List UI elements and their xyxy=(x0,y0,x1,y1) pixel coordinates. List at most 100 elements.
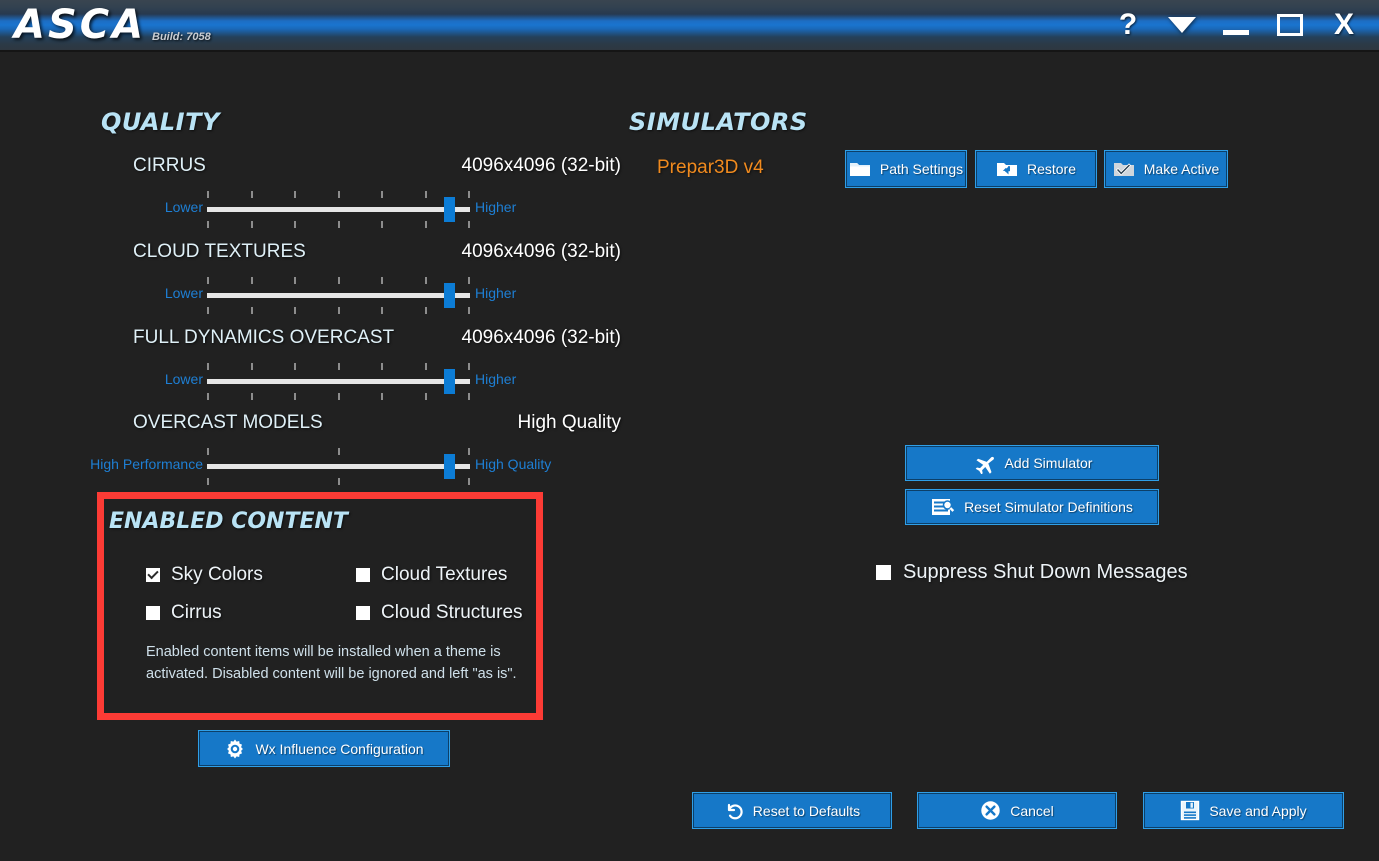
slider-max-label-full-dynamics-overcast: Higher xyxy=(475,371,517,387)
button-label: Make Active xyxy=(1143,161,1220,177)
slider-ticks-top xyxy=(207,191,470,198)
slider-ticks-top xyxy=(207,363,470,370)
button-label: Reset to Defaults xyxy=(752,802,861,819)
checkbox-label: Cloud Structures xyxy=(381,602,523,623)
folder-restore-icon xyxy=(996,163,1017,176)
app-logo: ASCA xyxy=(14,2,147,48)
title-bar: ASCA Build: 7058 ? X xyxy=(0,0,1379,50)
slider-thumb-full-dynamics-overcast[interactable] xyxy=(443,369,455,394)
slider-label-cloud-textures: CLOUD TEXTURES xyxy=(133,241,306,262)
help-icon[interactable]: ? xyxy=(1101,0,1155,50)
slider-thumb-cirrus[interactable] xyxy=(443,197,455,222)
maximize-icon[interactable] xyxy=(1263,0,1317,50)
button-label: Cancel xyxy=(1010,802,1054,819)
checkbox-label: Cloud Textures xyxy=(381,564,508,585)
slider-max-label-cirrus: Higher xyxy=(475,199,517,215)
enabled-content-note: Enabled content items will be installed … xyxy=(146,644,517,682)
slider-track xyxy=(207,379,470,384)
slider-thumb-overcast-models[interactable] xyxy=(443,454,455,479)
list-search-icon xyxy=(932,499,955,515)
folder-icon xyxy=(849,163,870,176)
checkbox-square-icon xyxy=(876,565,891,580)
slider-ticks-top xyxy=(207,277,470,284)
simulator-name: Prepar3D v4 xyxy=(657,157,764,178)
slider-value-full-dynamics-overcast: 4096x4096 (32-bit) xyxy=(461,327,622,348)
slider-cloud-textures[interactable] xyxy=(207,277,475,314)
titlebar-divider xyxy=(0,50,1379,52)
enabled-content-panel: ENABLED CONTENT Sky Colors Cloud Texture… xyxy=(97,492,543,720)
slider-overcast-models[interactable] xyxy=(207,448,475,485)
checkbox-cloud-structures[interactable]: Cloud Structures xyxy=(356,602,536,624)
slider-label-cirrus: CIRRUS xyxy=(133,155,206,176)
reset-simulator-definitions-button[interactable]: Reset Simulator Definitions xyxy=(905,489,1159,525)
close-icon[interactable]: X xyxy=(1317,0,1371,50)
folder-check-icon xyxy=(1113,163,1134,176)
undo-arrow-icon xyxy=(727,803,743,819)
slider-full-dynamics-overcast[interactable] xyxy=(207,363,475,400)
slider-min-label-cloud-textures: Lower xyxy=(164,285,203,301)
simulators-heading: SIMULATORS xyxy=(629,108,808,136)
slider-value-overcast-models: High Quality xyxy=(517,412,622,433)
slider-ticks-bottom xyxy=(207,307,470,314)
slider-value-cirrus: 4096x4096 (32-bit) xyxy=(461,155,622,176)
slider-group-full-dynamics-overcast: FULL DYNAMICS OVERCAST 4096x4096 (32-bit… xyxy=(101,327,622,400)
checkbox-square-icon xyxy=(356,568,370,582)
checkbox-sky-colors[interactable]: Sky Colors xyxy=(146,564,356,586)
slider-track xyxy=(207,464,470,469)
slider-max-label-overcast-models: High Quality xyxy=(475,456,552,472)
checkmark-icon xyxy=(146,568,160,582)
checkbox-suppress-shutdown-messages[interactable]: Suppress Shut Down Messages xyxy=(876,561,1188,584)
slider-min-label-cirrus: Lower xyxy=(164,199,203,215)
button-label: Path Settings xyxy=(879,161,964,177)
build-number: Build: 7058 xyxy=(152,31,211,43)
make-active-button[interactable]: Make Active xyxy=(1104,150,1228,188)
reset-to-defaults-button[interactable]: Reset to Defaults xyxy=(692,792,892,829)
slider-ticks-bottom xyxy=(207,221,470,228)
chevron-down-icon[interactable] xyxy=(1155,0,1209,50)
button-label: Save and Apply xyxy=(1209,802,1307,819)
checkbox-label: Sky Colors xyxy=(171,564,263,585)
cancel-button[interactable]: Cancel xyxy=(917,792,1117,829)
button-label: Add Simulator xyxy=(1004,455,1093,471)
slider-min-label-full-dynamics-overcast: Lower xyxy=(164,371,203,387)
slider-ticks-bottom xyxy=(207,393,470,400)
checkbox-label: Suppress Shut Down Messages xyxy=(903,561,1188,583)
add-simulator-button[interactable]: Add Simulator xyxy=(905,445,1159,481)
slider-cirrus[interactable] xyxy=(207,191,475,228)
slider-value-cloud-textures: 4096x4096 (32-bit) xyxy=(461,241,622,262)
button-label: Restore xyxy=(1026,161,1077,177)
slider-label-overcast-models: OVERCAST MODELS xyxy=(133,412,323,433)
checkbox-label: Cirrus xyxy=(171,602,222,623)
checkbox-square-icon xyxy=(356,606,370,620)
wx-influence-configuration-button[interactable]: Wx Influence Configuration xyxy=(198,730,450,767)
slider-label-full-dynamics-overcast: FULL DYNAMICS OVERCAST xyxy=(133,327,395,348)
cancel-circle-icon xyxy=(981,801,1000,820)
slider-track xyxy=(207,207,470,212)
enabled-content-checkbox-grid: Sky Colors Cloud Textures Cirrus Cloud S… xyxy=(146,564,536,624)
minimize-icon[interactable] xyxy=(1209,0,1263,50)
asca-settings-window: ASCA Build: 7058 ? X QUALITY CIRRUS 4096… xyxy=(0,0,1379,861)
airplane-icon xyxy=(975,456,994,474)
checkbox-cloud-textures[interactable]: Cloud Textures xyxy=(356,564,536,586)
slider-ticks-top xyxy=(207,448,470,455)
button-label: Wx Influence Configuration xyxy=(255,740,424,757)
slider-group-cloud-textures: CLOUD TEXTURES 4096x4096 (32-bit) Lower … xyxy=(101,241,622,314)
slider-group-cirrus: CIRRUS 4096x4096 (32-bit) Lower Higher xyxy=(101,155,622,228)
slider-track xyxy=(207,293,470,298)
restore-button[interactable]: Restore xyxy=(975,150,1097,188)
checkbox-square-icon xyxy=(146,606,160,620)
slider-ticks-bottom xyxy=(207,478,470,485)
checkbox-cirrus[interactable]: Cirrus xyxy=(146,602,356,624)
path-settings-button[interactable]: Path Settings xyxy=(845,150,967,188)
save-floppy-icon xyxy=(1181,800,1200,821)
window-controls: ? X xyxy=(1101,0,1371,50)
slider-max-label-cloud-textures: Higher xyxy=(475,285,517,301)
quality-heading: QUALITY xyxy=(101,108,220,136)
slider-thumb-cloud-textures[interactable] xyxy=(443,283,455,308)
enabled-content-heading: ENABLED CONTENT xyxy=(109,509,348,534)
gear-icon xyxy=(227,739,244,758)
slider-min-label-overcast-models: High Performance xyxy=(90,456,203,472)
button-label: Reset Simulator Definitions xyxy=(964,499,1133,515)
save-and-apply-button[interactable]: Save and Apply xyxy=(1143,792,1344,829)
slider-group-overcast-models: OVERCAST MODELS High Quality High Perfor… xyxy=(90,412,622,485)
